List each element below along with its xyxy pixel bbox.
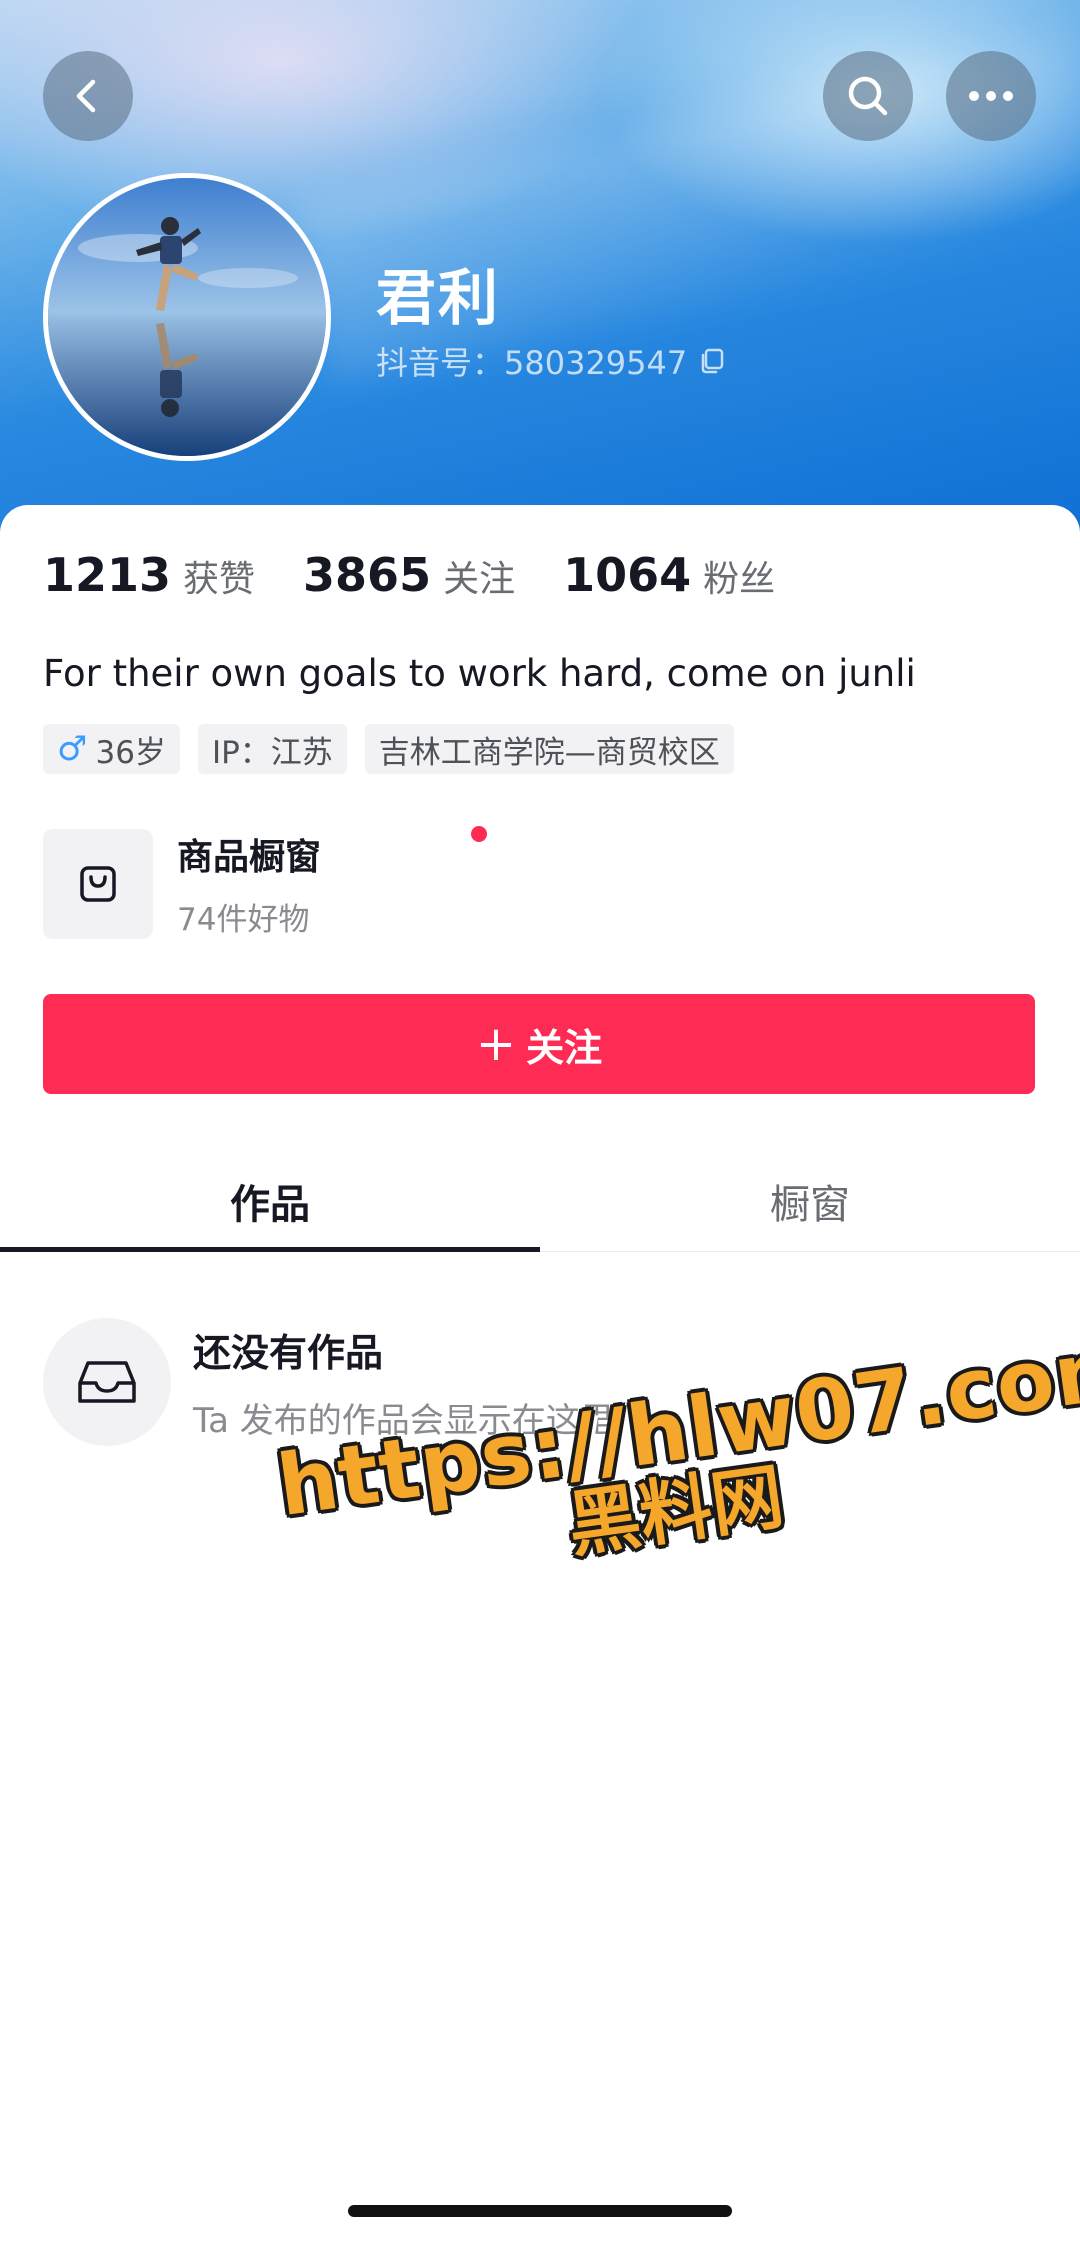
stat-label: 获赞 [183,559,256,600]
home-indicator[interactable] [348,2205,732,2217]
shop-window-entry[interactable]: 商品橱窗 74件好物 [43,826,487,939]
follow-button[interactable]: + 关注 [43,994,1035,1094]
stat-value: 1064 [563,548,692,602]
stat-following[interactable]: 3865 关注 [303,548,515,602]
tab-works[interactable]: 作品 [0,1150,540,1252]
shop-subtitle: 74件好物 [177,902,310,938]
profile-name: 君利 [376,264,500,334]
more-options-button[interactable] [946,51,1036,141]
shop-title: 商品橱窗 [177,837,322,878]
empty-title: 还没有作品 [193,1331,384,1375]
tag-gender-age: ♂ 36岁 [43,724,180,774]
male-icon: ♂ [57,729,88,769]
stat-followers[interactable]: 1064 粉丝 [563,548,775,602]
stat-value: 3865 [303,548,432,602]
shop-text: 商品橱窗 74件好物 [177,826,487,939]
follow-button-label: 关注 [526,1025,603,1070]
douyin-id-row[interactable]: 抖音号：580329547 [376,338,725,384]
tag-school[interactable]: 吉林工商学院—商贸校区 [364,724,734,774]
douyin-id-text: 抖音号：580329547 [376,344,688,382]
content-tabs: 作品 橱窗 [0,1150,1080,1252]
more-dots-icon [969,91,1013,101]
search-icon [848,76,888,116]
stats-row: 1213 获赞 3865 关注 1064 粉丝 [43,548,823,602]
inbox-tray-icon [78,1361,136,1403]
stat-value: 1213 [43,548,172,602]
back-button[interactable] [43,51,133,141]
back-chevron-icon [76,79,96,113]
stat-label: 关注 [443,559,516,600]
tag-ip: IP：江苏 [197,724,347,774]
profile-tags: ♂ 36岁 IP：江苏 吉林工商学院—商贸校区 [43,724,734,774]
stat-label: 粉丝 [703,559,776,600]
search-button[interactable] [823,51,913,141]
profile-bio: For their own goals to work hard, come o… [43,652,916,695]
shop-icon-container [43,828,153,939]
tag-age-text: 36岁 [95,734,166,771]
empty-icon-container [43,1318,171,1446]
new-indicator-dot [471,826,487,842]
copy-icon[interactable] [697,347,725,375]
tab-shop-window[interactable]: 橱窗 [540,1150,1080,1251]
stat-likes[interactable]: 1213 获赞 [43,548,255,602]
avatar-photo [48,178,326,456]
plus-icon: + [475,1016,517,1072]
shopping-bag-icon [80,865,116,902]
avatar[interactable] [43,173,331,461]
